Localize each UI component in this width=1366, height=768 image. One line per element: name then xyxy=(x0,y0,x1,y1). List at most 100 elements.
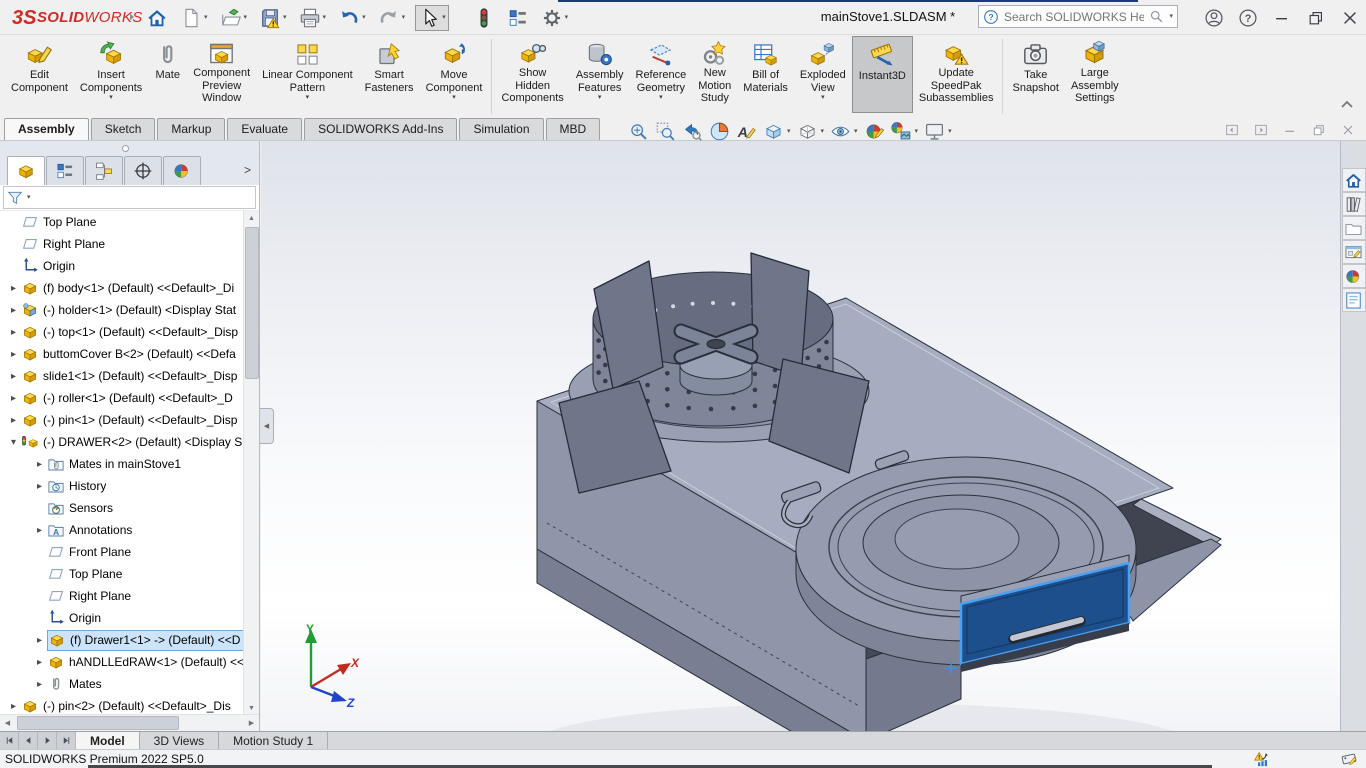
burner-hub[interactable] xyxy=(680,331,752,395)
help-search-box[interactable]: ? ▾ xyxy=(978,5,1178,28)
tree-item-pin-2-default-default-dis[interactable]: ▸(-) pin<2> (Default) <<Default>_Dis xyxy=(0,695,244,715)
expand-arrow[interactable]: ▸ xyxy=(6,415,21,426)
dropdown-caret[interactable]: ▾ xyxy=(442,14,446,21)
restore-button[interactable] xyxy=(1302,4,1330,32)
tree-item-slide1-1-default-default-dis[interactable]: ▸slide1<1> (Default) <<Default>_Disp xyxy=(0,365,244,387)
tree-item-front-plane[interactable]: Front Plane xyxy=(0,541,244,563)
edit-tag-icon[interactable] xyxy=(1340,750,1358,768)
take-snapshot-button[interactable]: Take Snapshot xyxy=(1006,36,1064,113)
component-preview-window-button[interactable]: Component Preview Window xyxy=(187,36,256,113)
assembly-features-button[interactable]: Assembly Features▾ xyxy=(570,36,630,113)
new-document-button[interactable]: ▾ xyxy=(178,6,210,30)
tree-item-mates[interactable]: ▸Mates xyxy=(0,673,244,695)
instant3d-button[interactable]: Instant3D xyxy=(852,36,913,113)
previous-tab-button[interactable] xyxy=(19,732,38,749)
scroll-right-arrow[interactable]: ▶ xyxy=(244,715,259,730)
tree-item-top-1-default-default-disp[interactable]: ▸(-) top<1> (Default) <<Default>_Disp xyxy=(0,321,244,343)
graphics-viewport[interactable]: Y X Z xyxy=(261,141,1340,731)
panel-grip[interactable] xyxy=(0,141,259,154)
home-button[interactable] xyxy=(144,6,170,30)
smart-fasteners-button[interactable]: Smart Fasteners xyxy=(359,36,420,113)
motion-study-tab[interactable]: Motion Study 1 xyxy=(219,732,328,749)
ribbon-collapse-button[interactable] xyxy=(1340,98,1354,112)
scroll-left-arrow[interactable]: ◀ xyxy=(0,715,15,730)
dropdown-caret[interactable]: ▾ xyxy=(402,14,406,21)
tree-item-annotations[interactable]: ▸AAnnotations xyxy=(0,519,244,541)
search-dropdown-caret[interactable]: ▾ xyxy=(1169,13,1173,20)
tab-markup[interactable]: Markup xyxy=(157,118,225,140)
model-tab[interactable]: Model xyxy=(76,732,140,749)
zoom-to-area-button[interactable] xyxy=(655,121,676,142)
edit-appearance-button[interactable] xyxy=(864,121,885,142)
insert-components-button[interactable]: Insert Components▾ xyxy=(74,36,148,113)
move-component-button[interactable]: Move Component▾ xyxy=(420,36,489,113)
dropdown-caret[interactable]: ▾ xyxy=(283,14,287,21)
design-library-button[interactable] xyxy=(1342,192,1366,216)
show-hidden-components-button[interactable]: Show Hidden Components xyxy=(495,36,569,113)
tree-item-origin[interactable]: Origin xyxy=(0,607,244,629)
pane-split-right-button[interactable] xyxy=(1253,122,1269,138)
file-properties-button[interactable] xyxy=(505,6,531,30)
expand-arrow[interactable]: ▸ xyxy=(6,283,21,294)
dropdown-caret[interactable]: ▾ xyxy=(244,14,248,21)
tree-item-roller-1-default-default-d[interactable]: ▸(-) roller<1> (Default) <<Default>_D xyxy=(0,387,244,409)
task-pane-home-button[interactable] xyxy=(1342,168,1366,192)
tree-item-pin-1-default-default-disp[interactable]: ▸(-) pin<1> (Default) <<Default>_Disp xyxy=(0,409,244,431)
large-assembly-settings-button[interactable]: Large Assembly Settings xyxy=(1065,36,1125,113)
update-speedpak-button[interactable]: Update SpeedPak Subassemblies xyxy=(913,36,1000,113)
tab-evaluate[interactable]: Evaluate xyxy=(227,118,302,140)
dynamic-annotation-views-button[interactable]: A xyxy=(736,121,757,142)
tab-simulation[interactable]: Simulation xyxy=(459,118,543,140)
bill-of-materials-button[interactable]: Bill of Materials xyxy=(737,36,794,113)
tree-item-handlledraw-1-default[interactable]: ▸hANDLLEdRAW<1> (Default) << xyxy=(0,651,244,673)
expand-arrow[interactable]: ▸ xyxy=(6,393,21,404)
close-button[interactable] xyxy=(1336,4,1364,32)
tab-solidworks-add-ins[interactable]: SOLIDWORKS Add-Ins xyxy=(304,118,457,140)
save-button[interactable]: ▾ xyxy=(257,6,289,30)
panel-splitter-tab[interactable]: ◀ xyxy=(260,408,274,444)
expand-arrow[interactable]: ▸ xyxy=(32,635,47,646)
configuration-manager-tab[interactable] xyxy=(85,156,123,185)
tree-item-sensors[interactable]: Sensors xyxy=(0,497,244,519)
last-tab-button[interactable] xyxy=(57,732,76,749)
tab-assembly[interactable]: Assembly xyxy=(4,118,89,140)
exploded-view-button[interactable]: Exploded View▾ xyxy=(794,36,852,113)
scroll-up-arrow[interactable]: ▲ xyxy=(244,211,259,225)
select-tool-button[interactable]: ▾ xyxy=(415,5,449,31)
tree-filter-input[interactable]: ▾ xyxy=(3,186,256,209)
menu-flyout-arrow[interactable] xyxy=(126,11,138,26)
expand-arrow[interactable]: ▸ xyxy=(6,349,21,360)
tree-item-right-plane[interactable]: Right Plane xyxy=(0,233,244,255)
dropdown-caret[interactable]: ▾ xyxy=(787,128,791,135)
undo-button[interactable]: ▾ xyxy=(336,6,368,30)
doc-restore-button[interactable] xyxy=(1311,122,1327,138)
tree-item-buttomcover-b-2-default-defa[interactable]: ▸buttomCover B<2> (Default) <<Defa xyxy=(0,343,244,365)
dropdown-caret[interactable]: ▾ xyxy=(204,14,208,21)
dropdown-caret[interactable]: ▾ xyxy=(362,14,366,21)
display-manager-tab[interactable] xyxy=(163,156,201,185)
vertical-scroll-thumb[interactable] xyxy=(245,227,259,379)
help-button[interactable]: ? xyxy=(1234,4,1262,32)
apply-scene-button[interactable]: ▾ xyxy=(891,121,919,142)
scroll-down-arrow[interactable]: ▼ xyxy=(244,701,259,715)
dropdown-caret[interactable]: ▾ xyxy=(915,128,919,135)
property-manager-tab[interactable] xyxy=(46,156,84,185)
search-icon[interactable] xyxy=(1149,9,1164,24)
tree-vertical-scrollbar[interactable]: ▲ ▼ xyxy=(243,211,259,715)
expand-arrow[interactable]: ▸ xyxy=(32,525,47,536)
expand-arrow[interactable]: ▸ xyxy=(6,371,21,382)
view-orientation-button[interactable]: ▾ xyxy=(763,121,791,142)
tree-horizontal-scrollbar[interactable]: ◀ ▶ xyxy=(0,714,259,731)
section-view-button[interactable] xyxy=(709,121,730,142)
tree-item-history[interactable]: ▸History xyxy=(0,475,244,497)
horizontal-scroll-thumb[interactable] xyxy=(17,716,179,730)
filter-dropdown-caret[interactable]: ▾ xyxy=(27,194,31,201)
tree-item-mates-in-mainstove1[interactable]: ▸Mates in mainStove1 xyxy=(0,453,244,475)
tree-item-f-drawer1-1-default-d[interactable]: ▸(f) Drawer1<1> -> (Default) <<D xyxy=(0,629,244,651)
linear-component-pattern-button[interactable]: Linear Component Pattern▾ xyxy=(256,36,359,113)
dropdown-caret[interactable]: ▾ xyxy=(821,128,825,135)
expand-arrow[interactable]: ▸ xyxy=(6,327,21,338)
expand-arrow[interactable]: ▸ xyxy=(32,679,47,690)
tab-sketch[interactable]: Sketch xyxy=(91,118,156,140)
expand-arrow[interactable]: ▸ xyxy=(6,701,21,712)
